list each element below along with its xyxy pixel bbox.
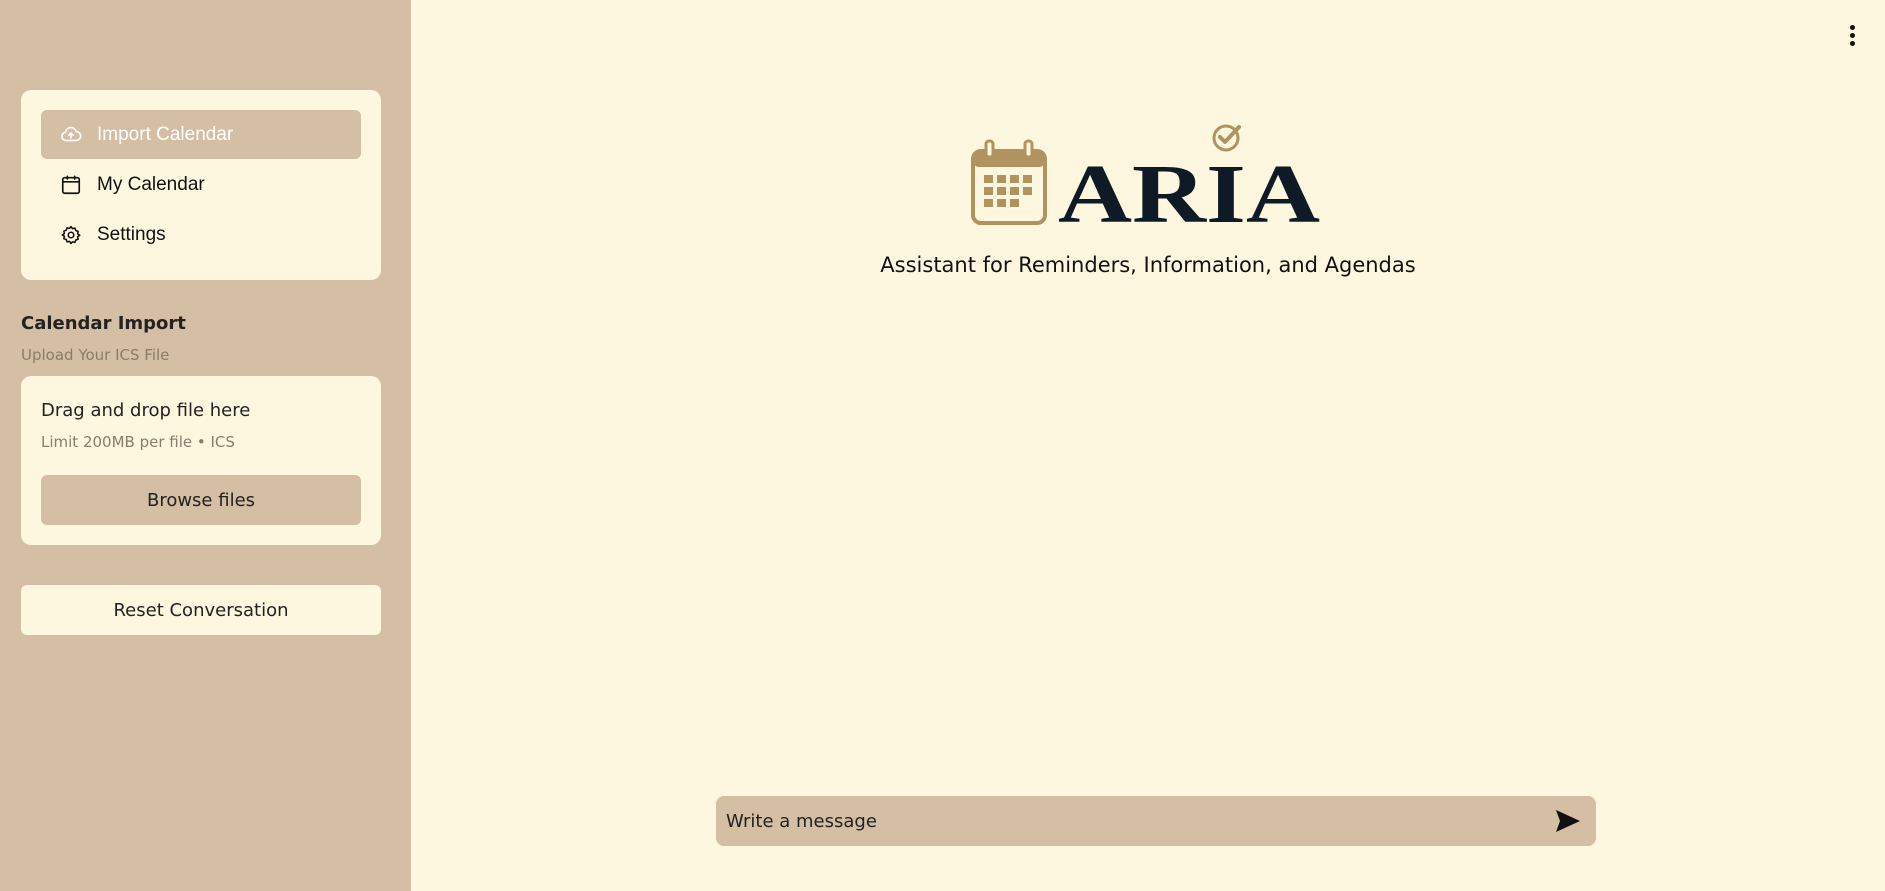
send-icon[interactable] (1554, 808, 1582, 834)
nav-item-settings[interactable]: Settings (41, 210, 361, 259)
section-title: Calendar Import (21, 313, 186, 334)
calendar-logo-icon (971, 139, 1047, 225)
message-input[interactable] (726, 796, 1546, 846)
nav-item-label: My Calendar (97, 173, 205, 195)
tagline: Assistant for Reminders, Information, an… (880, 253, 1416, 277)
gear-icon (59, 223, 83, 247)
logo-wordmark: ARIA (1058, 148, 1320, 230)
browse-files-button[interactable]: Browse files (41, 475, 361, 525)
nav-item-my-calendar[interactable]: My Calendar (41, 160, 361, 209)
reset-conversation-button[interactable]: Reset Conversation (21, 585, 381, 635)
nav-menu: Import Calendar My Calendar Settings (21, 90, 381, 280)
check-badge-icon (1212, 124, 1241, 152)
nav-item-import-calendar[interactable]: Import Calendar (41, 110, 361, 159)
cloud-upload-icon (59, 123, 83, 147)
dropzone-limit: Limit 200MB per file • ICS (41, 433, 235, 451)
section-subtitle: Upload Your ICS File (21, 346, 170, 364)
dropzone-title: Drag and drop file here (41, 400, 251, 421)
aria-logo: ARIA (970, 120, 1326, 241)
file-dropzone[interactable]: Drag and drop file here Limit 200MB per … (21, 376, 381, 545)
more-options-icon[interactable] (1840, 20, 1864, 50)
sidebar: Import Calendar My Calendar Settings Cal… (0, 0, 411, 891)
nav-item-label: Settings (97, 223, 166, 245)
calendar-icon (59, 173, 83, 197)
nav-item-label: Import Calendar (97, 123, 234, 145)
chat-input-bar (716, 796, 1596, 846)
